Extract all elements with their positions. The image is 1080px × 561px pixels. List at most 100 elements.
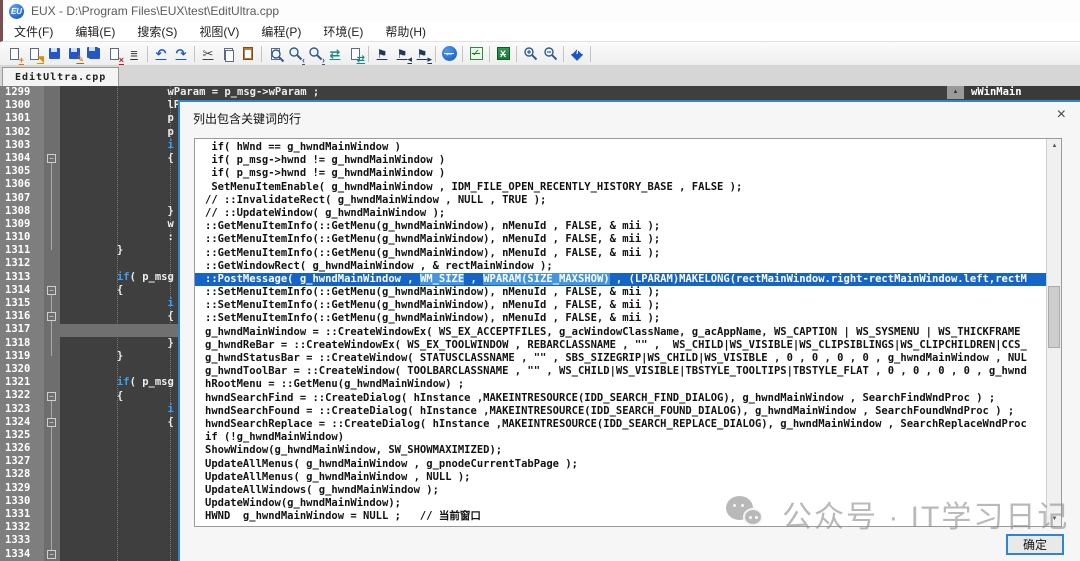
line-number: 1321 [0,376,44,389]
save-all-icon[interactable] [84,44,104,64]
save-file-as-icon[interactable]: ✎ [64,44,84,64]
toolbar: +◥✎×≡↶↷✂‹›⇄⇄⚑⚑◂⚑▸←✓X◆i [0,42,1080,66]
result-row[interactable]: ShowWindow(g_hwndMainWindow, SW_SHOWMAXI… [195,444,1046,457]
replace-in-files-icon[interactable]: ⇄ [345,44,365,64]
toolbar-separator [590,46,591,62]
line-number: 1304 [0,152,44,165]
result-row[interactable]: ::GetMenuItemInfo(::GetMenu(g_hwndMainWi… [195,233,1046,246]
result-row[interactable]: if( hWnd == g_hwndMainWindow ) [195,141,1046,154]
menu-item-1[interactable]: 编辑(E) [64,21,126,42]
result-row[interactable]: ::SetMenuItemInfo(::GetMenu(g_hwndMainWi… [195,299,1046,312]
menu-item-3[interactable]: 视图(V) [188,21,250,42]
function-nav-label: wWinMain [971,86,1022,98]
result-row[interactable]: // ::InvalidateRect( g_hwndMainWindow , … [195,194,1046,207]
bookmark-toggle-icon[interactable]: ⚑ [372,44,392,64]
result-row[interactable]: UpdateWindow(g_hwndMainWindow); [195,497,1046,510]
menu-item-6[interactable]: 帮助(H) [374,21,437,42]
result-row[interactable]: hwndSearchFound = ::CreateDialog( hInsta… [195,405,1046,418]
result-row[interactable]: if (!g_hwndMainWindow) [195,431,1046,444]
navigate-back-icon[interactable]: ← [439,44,459,64]
new-file-icon[interactable]: + [4,44,24,64]
find-prev-icon[interactable]: ‹ [285,44,305,64]
editor-scroll-up-icon[interactable]: ▲ [947,86,964,99]
about-icon[interactable]: ◆i [567,44,587,64]
fold-marker[interactable]: − [47,392,56,401]
line-number: 1314 [0,284,44,297]
fold-marker[interactable]: − [47,418,56,427]
result-row[interactable]: hwndSearchFind = ::CreateDialog( hInstan… [195,392,1046,405]
menu-item-4[interactable]: 编程(P) [250,21,312,42]
cut-icon[interactable]: ✂ [198,44,218,64]
result-row[interactable]: UpdateAllWindows( g_hwndMainWindow ); [195,484,1046,497]
result-row[interactable]: g_hwndReBar = ::CreateWindowEx( WS_EX_TO… [195,339,1046,352]
menu-item-2[interactable]: 搜索(S) [126,21,188,42]
toolbar-separator [435,46,436,62]
line-number-gutter: 1299130013011302130313041305130613071308… [0,86,44,561]
result-row[interactable]: g_hwndMainWindow = ::CreateWindowEx( WS_… [195,326,1046,339]
bookmark-next-icon[interactable]: ⚑▸ [412,44,432,64]
code-row: i [60,139,174,152]
result-row[interactable]: hwndSearchReplace = ::CreateDialog( hIns… [195,418,1046,431]
result-row[interactable]: ::PostMessage( g_hwndMainWindow , WM_SIZ… [195,273,1046,286]
undo-icon[interactable]: ↶ [151,44,171,64]
line-number: 1316 [0,310,44,323]
result-row[interactable]: ::SetMenuItemInfo(::GetMenu(g_hwndMainWi… [195,286,1046,299]
syntax-check-icon[interactable]: ✓ [466,44,486,64]
line-number: 1308 [0,205,44,218]
result-row[interactable]: // ::UpdateWindow( g_hwndMainWindow ); [195,207,1046,220]
result-row[interactable]: g_hwndToolBar = ::CreateWindow( TOOLBARC… [195,365,1046,378]
result-row[interactable]: ::SetMenuItemInfo(::GetMenu(g_hwndMainWi… [195,312,1046,325]
save-file-icon[interactable] [44,44,64,64]
copy-icon[interactable] [218,44,238,64]
open-file-icon[interactable]: ◥ [24,44,44,64]
toolbar-separator [147,46,148,62]
result-listbox[interactable]: if( hWnd == g_hwndMainWindow ) if( p_msg… [194,138,1062,527]
result-row[interactable]: if( p_msg->hwnd != g_hwndMainWindow ) [195,154,1046,167]
result-row[interactable]: g_hwndStatusBar = ::CreateWindow( STATUS… [195,352,1046,365]
export-excel-icon[interactable]: X [493,44,513,64]
list-scrollbar[interactable]: ▲ ▼ [1046,139,1061,526]
redo-icon[interactable]: ↷ [171,44,191,64]
result-row[interactable]: if( p_msg->hwnd != g_hwndMainWindow ) [195,167,1046,180]
line-number: 1300 [0,99,44,112]
title-bar: EU EUX - D:\Program Files\EUX\test\EditU… [0,0,1080,22]
file-list-icon[interactable]: ≡ [124,44,144,64]
find-next-icon[interactable]: › [305,44,325,64]
zoom-out-icon[interactable] [540,44,560,64]
result-row[interactable]: ::GetMenuItemInfo(::GetMenu(g_hwndMainWi… [195,247,1046,260]
result-row[interactable]: hRootMenu = ::GetMenu(g_hwndMainWindow) … [195,378,1046,391]
result-row[interactable]: ::GetMenuItemInfo(::GetMenu(g_hwndMainWi… [195,220,1046,233]
result-row[interactable]: SetMenuItemEnable( g_hwndMainWindow , ID… [195,181,1046,194]
result-row[interactable]: UpdateAllMenus( g_hwndMainWindow , NULL … [195,471,1046,484]
menu-item-0[interactable]: 文件(F) [3,21,64,42]
keyword-lines-dialog: 列出包含关键词的行 × if( hWnd == g_hwndMainWindow… [178,100,1080,561]
paste-icon[interactable] [238,44,258,64]
fold-marker[interactable]: − [47,154,56,163]
line-number: 1325 [0,429,44,442]
bookmark-prev-icon[interactable]: ⚑◂ [392,44,412,64]
replace-icon[interactable]: ⇄ [325,44,345,64]
function-nav-panel[interactable]: wWinMain [965,86,1080,99]
result-row[interactable]: HWND g_hwndMainWindow = NULL ; // 当前窗口 [195,510,1046,523]
result-row[interactable]: ::GetWindowRect( g_hwndMainWindow , & re… [195,260,1046,273]
scrollbar-down-icon[interactable]: ▼ [1047,512,1062,526]
close-icon[interactable]: × [1057,106,1066,124]
close-file-icon[interactable]: × [104,44,124,64]
scrollbar-up-icon[interactable]: ▲ [1047,139,1062,153]
line-number: 1303 [0,139,44,152]
fold-marker[interactable]: − [47,312,56,321]
menu-item-5[interactable]: 环境(E) [312,21,374,42]
fold-marker[interactable]: − [47,550,56,559]
ok-button[interactable]: 确定 [1006,534,1064,555]
tab-editultra-cpp[interactable]: EditUltra.cpp [2,67,119,86]
line-number: 1299 [0,86,44,99]
scrollbar-thumb[interactable] [1048,286,1060,348]
result-row[interactable]: UpdateAllMenus( g_hwndMainWindow , g_pno… [195,458,1046,471]
find-icon[interactable] [265,44,285,64]
fold-marker[interactable]: − [47,286,56,295]
line-number: 1312 [0,257,44,270]
zoom-in-icon[interactable] [520,44,540,64]
line-number: 1318 [0,337,44,350]
code-row: p [60,126,174,139]
line-number: 1315 [0,297,44,310]
